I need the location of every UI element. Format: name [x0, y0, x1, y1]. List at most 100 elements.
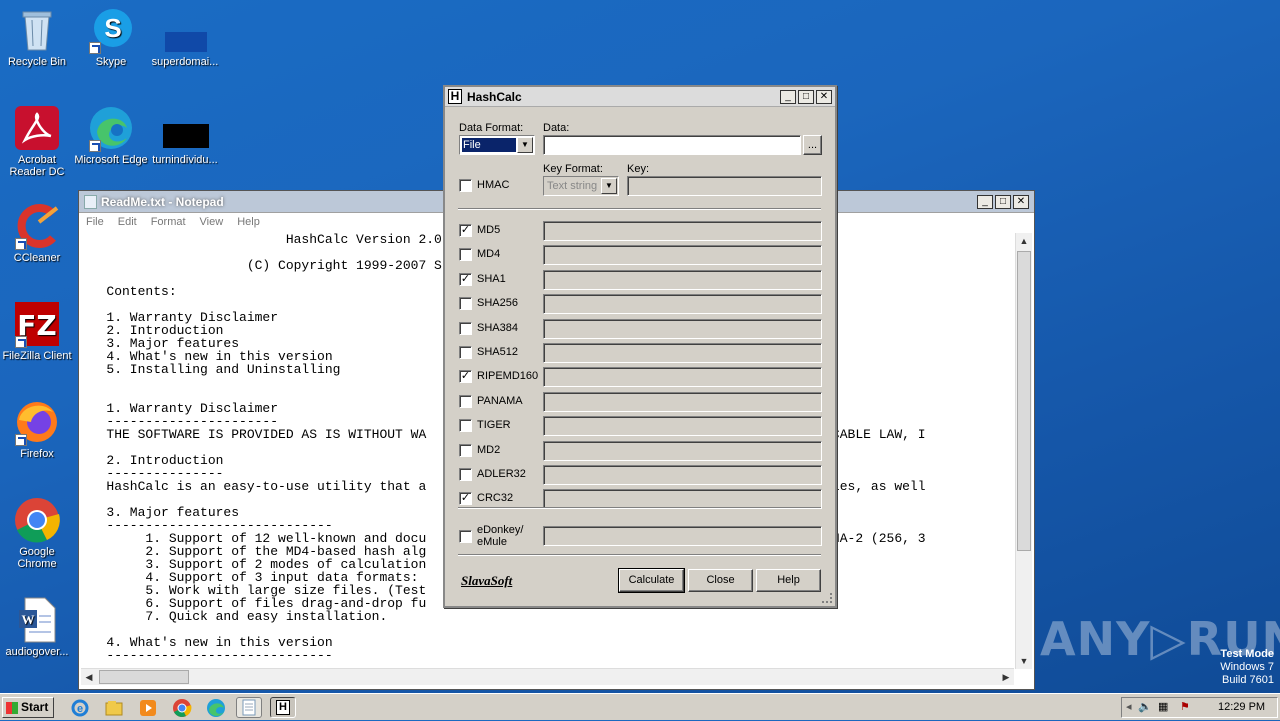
algo-checkbox-crc32[interactable]: ✓ [459, 492, 472, 506]
horizontal-scroll-thumb[interactable] [99, 670, 189, 684]
algo-checkbox-md4[interactable] [459, 248, 472, 262]
algo-hash-field [543, 367, 822, 388]
menu-edit[interactable]: Edit [118, 213, 137, 231]
separator [458, 208, 821, 210]
desktop-icon-label: Google Chrome [17, 546, 57, 570]
close-dialog-button[interactable]: Close [688, 569, 753, 592]
menu-file[interactable]: File [86, 213, 104, 231]
desktop-icon-skype[interactable]: S Skype [74, 6, 148, 68]
calculate-button[interactable]: Calculate [618, 568, 685, 593]
browse-button[interactable]: ... [803, 135, 822, 155]
edge-taskbar-icon[interactable] [206, 698, 226, 718]
desktop-icon-acrobat[interactable]: Acrobat Reader DC [0, 104, 74, 178]
algo-checkbox-sha1[interactable]: ✓ [459, 272, 472, 286]
minimize-button[interactable]: _ [977, 195, 993, 209]
network-icon[interactable]: ▦ [1158, 698, 1168, 717]
horizontal-scrollbar[interactable]: ◀ ▶ [81, 668, 1014, 685]
acrobat-icon [13, 104, 61, 152]
hmac-checkbox[interactable] [459, 179, 472, 192]
volume-icon[interactable]: 🔈 [1138, 698, 1152, 717]
close-button[interactable]: ✕ [1013, 195, 1029, 209]
show-hidden-icons-icon[interactable]: ◂ [1126, 698, 1132, 717]
edonkey-checkbox[interactable] [459, 530, 472, 543]
algo-checkbox-adler32[interactable] [459, 468, 472, 481]
menu-view[interactable]: View [200, 213, 224, 231]
flag-icon[interactable]: ⚑ [1180, 698, 1190, 717]
desktop-icon-recycle-bin[interactable]: Recycle Bin [0, 6, 74, 68]
start-label: Start [21, 700, 49, 714]
desktop-icon-label: FileZilla Client [2, 350, 72, 362]
hashcalc-title: HashCalc [467, 90, 522, 104]
notepad-icon [84, 195, 97, 209]
desktop-icon-audiogover[interactable]: W audiogover... [0, 596, 74, 658]
vertical-scroll-thumb[interactable] [1017, 251, 1031, 551]
algo-checkbox-sha256[interactable] [459, 297, 472, 311]
key-format-value: Text string [547, 180, 598, 192]
desktop-icon-label: turnindividu... [152, 154, 218, 166]
algo-checkbox-md5[interactable]: ✓ [459, 224, 472, 237]
scroll-left-icon[interactable]: ◀ [81, 669, 97, 685]
explorer-taskbar-icon[interactable] [104, 698, 124, 718]
desktop-icon-edge[interactable]: Microsoft Edge [74, 104, 148, 166]
taskbar: Start e H ◂ 🔈 ▦ ⚑ 12:29 PM [0, 693, 1280, 720]
algo-checkbox-tiger[interactable] [459, 419, 472, 433]
key-input [627, 176, 822, 196]
scroll-down-icon[interactable]: ▼ [1016, 653, 1032, 669]
algo-checkbox-md2[interactable] [459, 443, 472, 457]
desktop-icon-firefox[interactable]: Firefox [0, 398, 74, 460]
algo-hash-field [543, 440, 822, 461]
algo-checkbox-sha512[interactable] [459, 346, 472, 359]
os-version-line: Windows 7 [1220, 661, 1274, 673]
ie-taskbar-icon[interactable]: e [70, 698, 90, 718]
hashcalc-window[interactable]: H HashCalc _ □ ✕ Data Format: File ▼ Dat… [443, 85, 837, 608]
media-player-taskbar-icon[interactable] [138, 698, 158, 718]
hashcalc-taskbar-button[interactable]: H [270, 697, 296, 718]
algo-label: SHA384 [477, 321, 518, 334]
algo-label: MD5 [477, 224, 501, 236]
desktop-icon-ccleaner[interactable]: CCleaner [0, 202, 74, 264]
scroll-up-icon[interactable]: ▲ [1016, 233, 1032, 249]
resize-grip-icon[interactable] [822, 593, 832, 603]
vertical-scrollbar[interactable]: ▲ ▼ [1015, 233, 1032, 669]
algo-checkbox-sha384[interactable] [459, 321, 472, 335]
slavasoft-logo[interactable]: SlavaSoft [461, 573, 512, 589]
data-input[interactable] [543, 135, 801, 155]
chevron-down-icon[interactable]: ▼ [517, 137, 533, 153]
menu-help[interactable]: Help [237, 213, 260, 231]
menu-format[interactable]: Format [151, 213, 186, 231]
algo-hash-field [543, 245, 822, 266]
desktop-icon-filezilla[interactable]: FZ FileZilla Client [0, 300, 74, 362]
desktop-icon-turnindividual[interactable]: turnindividu... [148, 104, 222, 166]
close-button[interactable]: ✕ [816, 90, 832, 104]
hmac-label: HMAC [477, 179, 510, 191]
clock[interactable]: 12:29 PM [1218, 698, 1265, 717]
key-label: Key: [627, 163, 650, 175]
start-button[interactable]: Start [2, 697, 54, 718]
desktop-icon-label: Skype [95, 56, 127, 68]
maximize-button[interactable]: □ [995, 195, 1011, 209]
algo-checkbox-ripemd160[interactable]: ✓ [459, 370, 472, 384]
scroll-right-icon[interactable]: ▶ [998, 669, 1014, 685]
desktop-icon-superdomain[interactable]: superdomai... [148, 6, 222, 68]
checkmark-icon: ✓ [460, 272, 471, 285]
maximize-button[interactable]: □ [798, 90, 814, 104]
chrome-taskbar-icon[interactable] [172, 698, 192, 718]
data-format-select[interactable]: File ▼ [459, 135, 535, 155]
edge-icon [87, 104, 135, 152]
algo-label: SHA1 [477, 272, 506, 285]
system-tray: ◂ 🔈 ▦ ⚑ 12:29 PM [1121, 697, 1278, 718]
desktop-icon-chrome[interactable]: Google Chrome [0, 496, 74, 570]
algo-checkbox-panama[interactable] [459, 394, 472, 408]
build-line: Build 7601 [1222, 674, 1274, 686]
desktop-icon-label: Acrobat Reader DC [9, 154, 65, 178]
minimize-button[interactable]: _ [780, 90, 796, 104]
firefox-icon [13, 398, 61, 446]
hashcalc-titlebar[interactable]: H HashCalc _ □ ✕ [445, 87, 835, 107]
algo-label: PANAMA [477, 394, 523, 407]
data-format-label: Data Format: [459, 122, 524, 134]
ccleaner-icon [13, 202, 61, 250]
help-button[interactable]: Help [756, 569, 821, 592]
algo-label: TIGER [477, 419, 511, 432]
notepad-taskbar-button[interactable] [236, 697, 262, 718]
svg-text:W: W [22, 612, 35, 627]
